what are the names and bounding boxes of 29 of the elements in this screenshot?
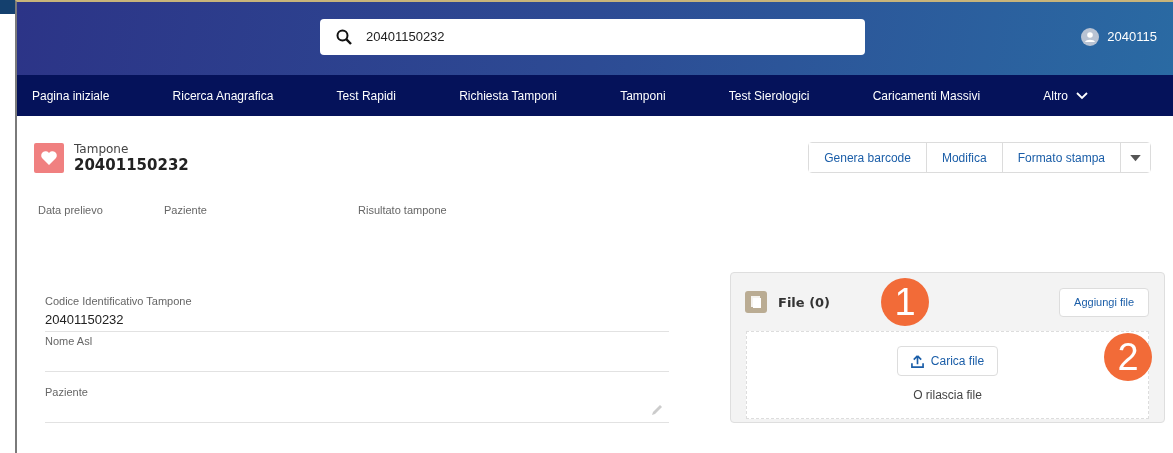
field-label: Data prelievo [38, 204, 104, 216]
field-label: Nome Asl [45, 335, 94, 347]
record-title: 20401150232 [74, 156, 189, 174]
avatar-icon[interactable] [1081, 27, 1100, 46]
upload-button[interactable]: Carica file [896, 346, 999, 376]
user-name[interactable]: 2040115 [1107, 29, 1157, 44]
chevron-down-icon [1075, 91, 1088, 100]
nav-tab[interactable]: Altro [1043, 88, 1088, 103]
field-label: Risultato tampone [358, 204, 447, 216]
record-type: Tampone [74, 142, 130, 156]
nav-tab[interactable]: Richiesta Tamponi [459, 88, 557, 103]
nav-tab[interactable]: Test Sierologici [728, 88, 810, 103]
nav-tab[interactable]: Test Rapidi [336, 88, 396, 103]
field-label: Paziente [164, 204, 208, 216]
action-button[interactable]: Genera barcode [809, 143, 927, 172]
field-value: 20401150232 [45, 311, 124, 327]
drop-text: O rilascia file [913, 388, 982, 402]
nav-tab[interactable]: Caricamenti Massivi [872, 88, 981, 103]
add-file-button[interactable]: Aggiungi file [1059, 287, 1149, 317]
field-label: Paziente [45, 386, 89, 398]
search-field[interactable]: 20401150232 [320, 18, 865, 55]
nav-tab[interactable]: Ricerca Anagrafica [172, 88, 274, 103]
nav-tab[interactable]: Pagina iniziale [32, 88, 110, 103]
field-label: Codice Identificativo Tampone [45, 295, 193, 307]
nav-tab[interactable]: Tamponi [620, 88, 666, 103]
files-title: File (0) [778, 294, 831, 310]
file-icon [745, 291, 767, 313]
caret-icon [1130, 154, 1141, 162]
upload-icon [910, 354, 924, 368]
